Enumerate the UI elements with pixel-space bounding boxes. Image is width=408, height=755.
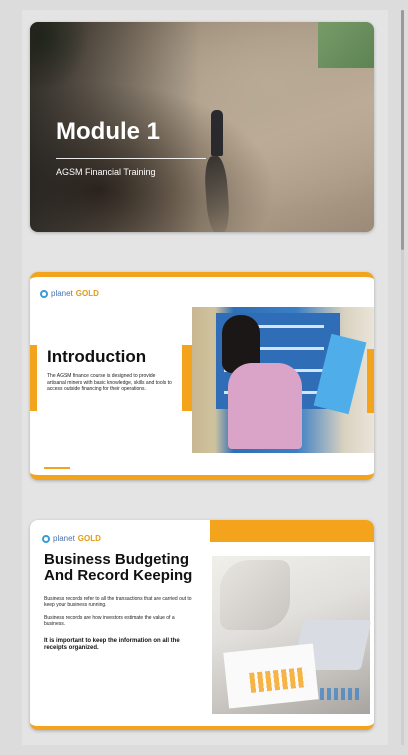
slide-title: Module 1 xyxy=(56,118,161,145)
slide-body-text: The AGSM finance course is designed to p… xyxy=(47,373,172,392)
slide-heading: Business Budgeting And Record Keeping xyxy=(44,551,193,584)
accent-bar-middle xyxy=(182,345,192,411)
logo-suffix: GOLD xyxy=(75,289,99,298)
logo-prefix: planet xyxy=(53,534,75,543)
slide-subtitle: AGSM Financial Training xyxy=(56,167,156,177)
green-sign xyxy=(318,22,374,68)
slide-paragraph-2: Business records are how investors estim… xyxy=(44,615,175,627)
slide-thumbnail-2[interactable]: planet GOLD Introduction The AGSM finance… xyxy=(30,272,374,480)
planet-ring-icon xyxy=(40,289,48,298)
accent-line xyxy=(44,467,70,469)
slide-emphasis-text: It is important to keep the information … xyxy=(44,638,180,651)
slide-thumbnail-1[interactable]: Module 1 AGSM Financial Training xyxy=(30,22,374,232)
logo-prefix: planet xyxy=(51,289,73,298)
slide-heading: Introduction xyxy=(47,347,147,366)
planet-ring-icon xyxy=(42,534,50,543)
logo-suffix: GOLD xyxy=(77,534,101,543)
planetgold-logo: planet GOLD xyxy=(40,289,99,298)
slide-thumbnail-3[interactable]: planet GOLD Business Budgeting And Record… xyxy=(30,520,374,730)
accent-bar-left xyxy=(30,345,37,411)
person-shadow xyxy=(203,155,231,232)
photo-person-body xyxy=(228,363,302,449)
photo-sleeve xyxy=(220,560,290,630)
scrollbar[interactable] xyxy=(401,10,404,745)
slide-paragraph-1: Business records refer to all the transa… xyxy=(44,596,192,608)
title-divider xyxy=(56,158,206,159)
accent-bar-right xyxy=(367,349,374,413)
planetgold-logo: planet GOLD xyxy=(42,534,101,543)
scrollbar-thumb[interactable] xyxy=(401,10,404,250)
photo-chart-bars xyxy=(320,688,360,700)
accent-bar-top xyxy=(210,520,374,542)
person-figure xyxy=(211,110,223,156)
